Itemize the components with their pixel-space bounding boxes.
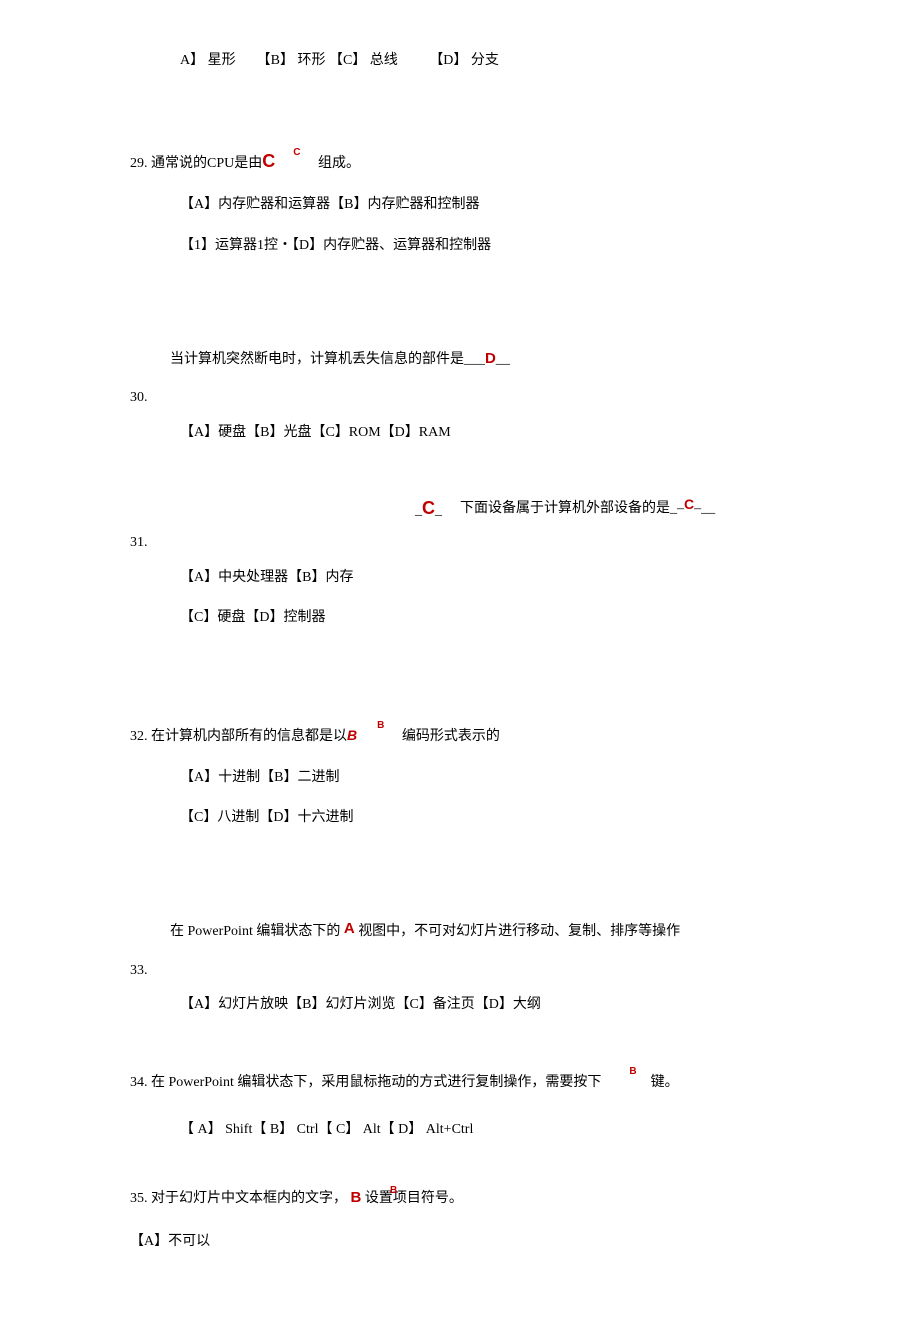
q33-opts: 【A】幻灯片放映【B】幻灯片浏览【C】备注页【D】大纲 — [180, 994, 840, 1016]
q31-opts-line2: 【C】硬盘【D】控制器 — [180, 607, 840, 629]
q34-answer-sup: B — [629, 1066, 636, 1077]
q30-answer: D — [485, 350, 496, 367]
q34-number: 34. — [130, 1072, 148, 1094]
question-35: B 35. 对于幻灯片中文本框内的文字， B 设置项目符号。 【A】不可以 — [130, 1186, 840, 1253]
q29-opts-line1: 【A】内存贮器和运算器【B】内存贮器和控制器 — [180, 194, 840, 216]
q28-opt-b: 【B】 环形 — [257, 53, 326, 68]
q34-text-post: 键。 — [651, 1075, 679, 1090]
q29-text-pre: 通常说的CPU是由 — [151, 156, 262, 171]
q32-text-pre: 在计算机内部所有的信息都是以 — [151, 729, 347, 744]
q35-answer: B — [351, 1189, 362, 1206]
q35-opt-a: 【A】不可以 — [130, 1234, 210, 1249]
q35-text-post: 设置项目符号。 — [365, 1191, 463, 1206]
q31-ans2pre: – — [677, 501, 684, 516]
q31-ans2post: –__ — [694, 501, 715, 516]
q28-opt-a: A】 星形 — [180, 53, 236, 68]
q32-answer: B — [347, 727, 357, 743]
q34-opts: 【 A】 Shift【 B】 Ctrl【 C】 Alt【 D】 Alt+Ctrl — [180, 1119, 840, 1141]
q28-opt-d: 【D】 分支 — [429, 53, 499, 68]
q31-fillpost: _ — [435, 503, 442, 518]
q33-answer: A — [344, 920, 355, 937]
q29-number: 29. — [130, 153, 148, 175]
q35-answer-sup: B — [390, 1183, 397, 1199]
q30-text-pre: 当计算机突然断电时，计算机丢失信息的部件是___ — [170, 352, 485, 367]
question-32: 32. 在计算机内部所有的信息都是以BB 编码形式表示的 【A】十进制【B】二进… — [130, 724, 840, 829]
question-33: 在 PowerPoint 编辑状态下的 A 视图中，不可对幻灯片进行移动、复制、… — [130, 919, 840, 1016]
q31-text-pre: 下面设备属于计算机外部设备的是_ — [460, 501, 677, 516]
q32-opts-line2: 【C】八进制【D】十六进制 — [180, 807, 840, 829]
q28-options: A】 星形 【B】 环形 【C】 总线 【D】 分支 — [180, 50, 840, 72]
q30-number: 30. — [130, 387, 148, 409]
q32-answer-sup: B — [377, 720, 384, 731]
q35-text-pre: 对于幻灯片中文本框内的文字， — [148, 1191, 348, 1206]
q29-answer: C — [262, 151, 275, 171]
q30-text-post: __ — [496, 352, 510, 367]
q33-text-post: 视图中，不可对幻灯片进行移动、复制、排序等操作 — [355, 924, 681, 939]
q31-opts-line1: 【A】中央处理器【B】内存 — [180, 567, 840, 589]
q29-text-post: 组成。 — [318, 156, 360, 171]
q32-text-post: 编码形式表示的 — [402, 729, 500, 744]
q34-text-pre: 在 PowerPoint 编辑状态下，采用鼠标拖动的方式进行复制操作，需要按下 — [148, 1075, 602, 1090]
q35-number: 35. — [130, 1188, 148, 1210]
q28-opt-c: 【C】 总线 — [329, 53, 398, 68]
q29-opts-line2: 【1】运算器1控・【D】内存贮器、运算器和控制器 — [180, 235, 840, 257]
q31-fillpre: _ — [415, 503, 422, 518]
question-30: 当计算机突然断电时，计算机丢失信息的部件是___D__ 30. 【A】硬盘【B】… — [130, 347, 840, 444]
q32-opts-line1: 【A】十进制【B】二进制 — [180, 767, 840, 789]
question-31: _C_ 下面设备属于计算机外部设备的是_–C–__ 31. 【A】中央处理器【B… — [130, 494, 840, 629]
q33-number: 33. — [130, 960, 148, 982]
q31-fill-answer: C — [422, 498, 435, 518]
q29-answer-sup: C — [293, 147, 300, 158]
question-34: 34. 在 PowerPoint 编辑状态下，采用鼠标拖动的方式进行复制操作，需… — [130, 1072, 840, 1142]
q31-number: 31. — [130, 532, 148, 554]
q30-opts: 【A】硬盘【B】光盘【C】ROM【D】RAM — [180, 422, 840, 444]
question-29: 29. 通常说的CPU是由CC 组成。 【A】内存贮器和运算器【B】内存贮器和控… — [130, 147, 840, 257]
q31-answer2: C — [684, 496, 694, 512]
q32-number: 32. — [130, 726, 148, 748]
q33-text-pre: 在 PowerPoint 编辑状态下的 — [170, 924, 344, 939]
